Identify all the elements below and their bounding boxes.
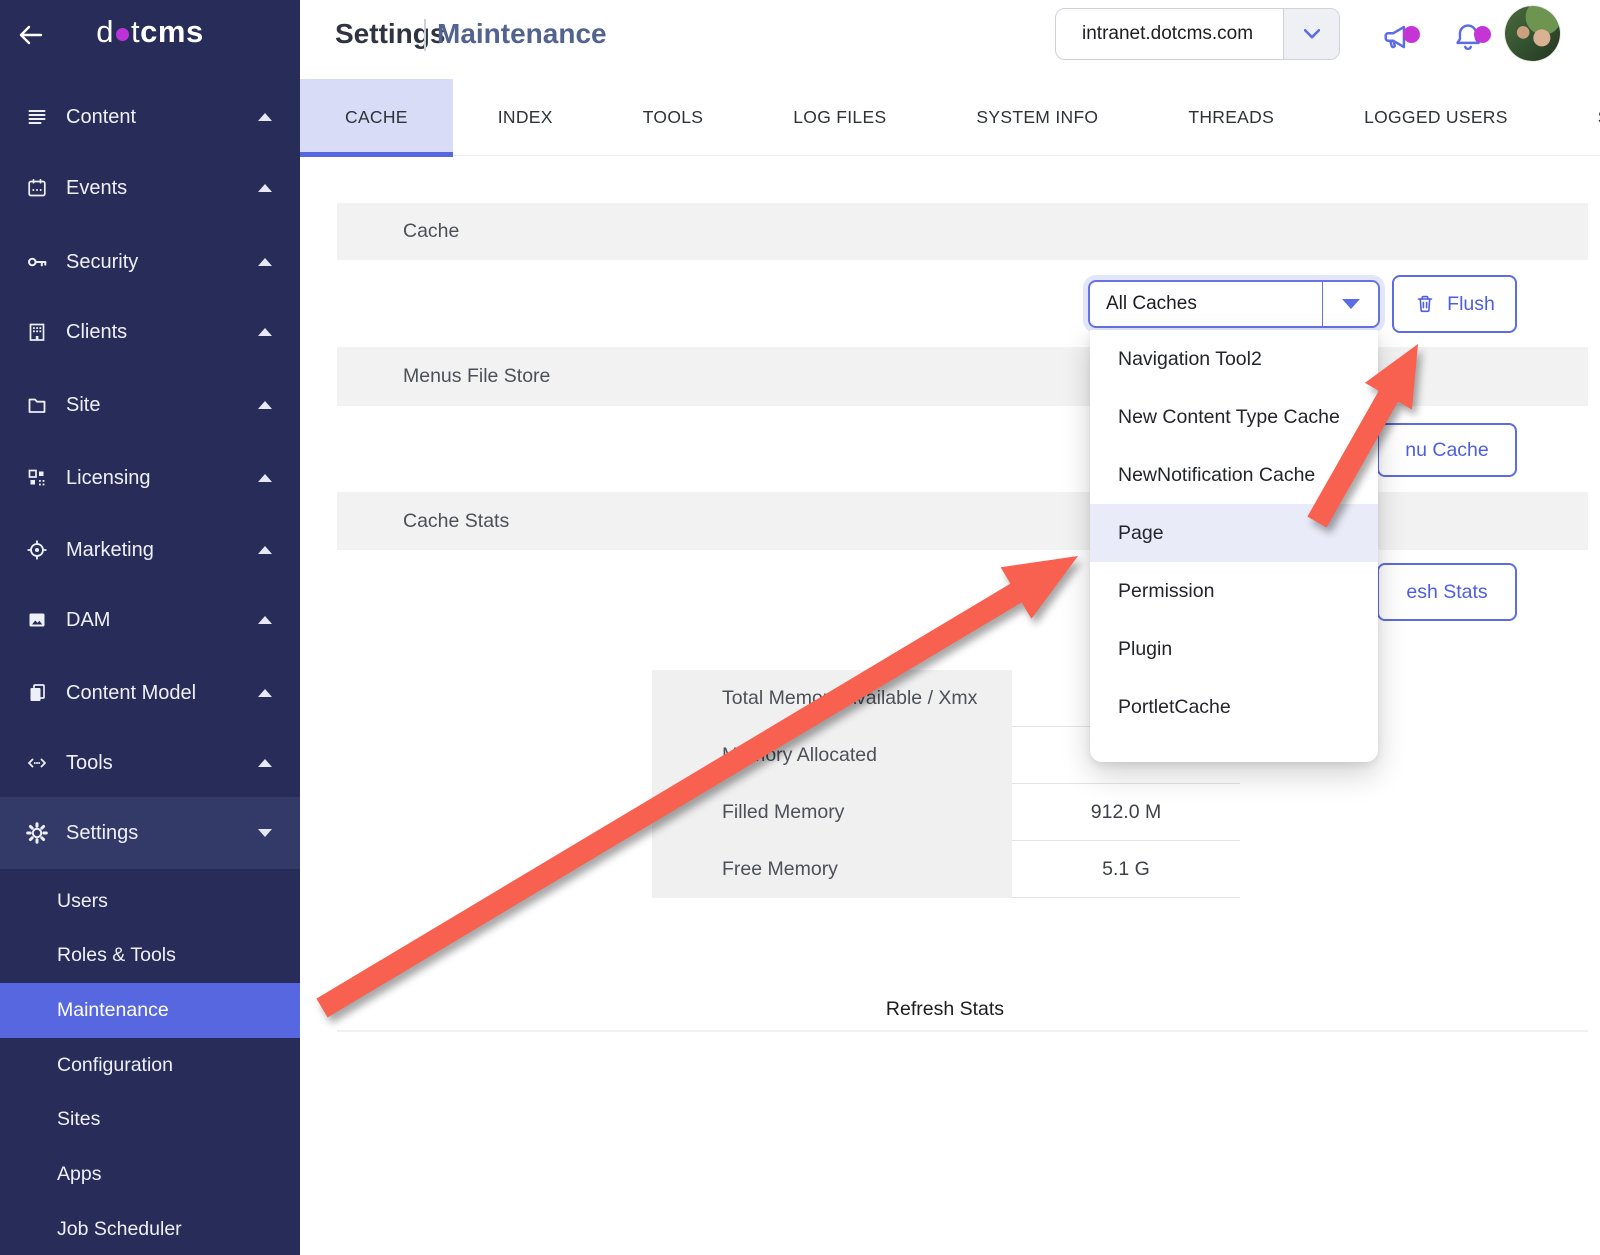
tab-tools[interactable]: TOOLS [598, 79, 749, 156]
logo-dot-icon [116, 28, 129, 41]
chevron-up-icon[interactable] [258, 689, 272, 697]
notifications-button[interactable] [1451, 20, 1485, 54]
notification-dot [1403, 26, 1420, 43]
dropdown-option-page[interactable]: Page [1090, 504, 1378, 562]
sidebar-item-events[interactable]: Events [0, 152, 300, 224]
key-icon [24, 251, 50, 273]
sidebar-item-tools[interactable]: Tools [0, 727, 300, 799]
page-subtitle: Maintenance [437, 18, 607, 50]
dotcms-logo: dtcms [0, 14, 300, 50]
flush-menu-cache-button[interactable]: nu Cache [1377, 423, 1517, 477]
sidebar-item-marketing[interactable]: Marketing [0, 514, 300, 586]
sidebar: dtcms Content Events Security Clients Si… [0, 0, 300, 1255]
logo-text: t [131, 14, 140, 49]
maintenance-tabbar: CACHE INDEX TOOLS LOG FILES SYSTEM INFO … [300, 79, 1600, 156]
tab-system-jobs[interactable]: SYSTEM JOBS [1553, 79, 1600, 156]
sidebar-item-job-scheduler[interactable]: Job Scheduler [0, 1202, 300, 1255]
building-icon [24, 321, 50, 343]
dropdown-option-plugin[interactable]: Plugin [1090, 620, 1378, 678]
title-divider [424, 19, 426, 51]
sidebar-item-users[interactable]: Users [0, 874, 300, 929]
calendar-icon [24, 177, 50, 199]
divider [337, 1030, 1588, 1032]
tab-cache[interactable]: CACHE [300, 79, 453, 156]
refresh-stats-link[interactable]: Refresh Stats [337, 998, 1553, 1021]
gear-icon [24, 822, 50, 844]
chevron-up-icon[interactable] [258, 616, 272, 624]
sidebar-item-content[interactable]: Content [0, 81, 300, 153]
top-header: Settings Maintenance intranet.dotcms.com [300, 0, 1600, 79]
dropdown-option-permission[interactable]: Permission [1090, 562, 1378, 620]
pages-icon [24, 682, 50, 704]
dotcms-app: dtcms Content Events Security Clients Si… [0, 0, 1600, 1255]
section-header-menus-file-store: Menus File Store [337, 347, 1588, 406]
chevron-down-icon[interactable] [258, 829, 272, 837]
chevron-down-icon [1304, 29, 1320, 39]
qr-code-icon [24, 467, 50, 489]
dropdown-option-navigation-tool2[interactable]: Navigation Tool2 [1090, 330, 1378, 388]
sidebar-item-roles-tools[interactable]: Roles & Tools [0, 928, 300, 983]
refresh-stats-button[interactable]: esh Stats [1377, 563, 1517, 621]
sidebar-item-licensing[interactable]: Licensing [0, 442, 300, 514]
notification-dot [1474, 26, 1491, 43]
chevron-up-icon[interactable] [258, 401, 272, 409]
tab-log-files[interactable]: LOG FILES [748, 79, 931, 156]
cache-select[interactable]: All Caches [1088, 280, 1380, 328]
folder-icon [24, 394, 50, 416]
chevron-up-icon[interactable] [258, 258, 272, 266]
chevron-down-icon [1342, 299, 1360, 309]
dropdown-option-portletcache[interactable]: PortletCache [1090, 678, 1378, 736]
chevron-up-icon[interactable] [258, 184, 272, 192]
flush-button-label: Flush [1447, 293, 1495, 316]
cache-select-value: All Caches [1090, 293, 1197, 315]
announcements-button[interactable] [1380, 20, 1414, 54]
sidebar-item-sites[interactable]: Sites [0, 1092, 300, 1147]
chevron-up-icon[interactable] [258, 474, 272, 482]
sidebar-item-clients[interactable]: Clients [0, 296, 300, 368]
logo-text: cms [140, 14, 204, 49]
tab-logged-users[interactable]: LOGGED USERS [1319, 79, 1553, 156]
sidebar-item-site[interactable]: Site [0, 369, 300, 441]
flush-button[interactable]: Flush [1392, 275, 1517, 333]
sidebar-item-security[interactable]: Security [0, 226, 300, 298]
sidebar-item-content-model[interactable]: Content Model [0, 657, 300, 729]
stats-button-label: esh Stats [1406, 581, 1487, 604]
tab-index[interactable]: INDEX [453, 79, 598, 156]
sidebar-header: dtcms [0, 0, 300, 70]
tab-threads[interactable]: THREADS [1143, 79, 1319, 156]
sidebar-item-dam[interactable]: DAM [0, 584, 300, 656]
site-selector-toggle[interactable] [1283, 9, 1339, 59]
image-icon [24, 609, 50, 631]
site-selector-value: intranet.dotcms.com [1056, 23, 1253, 45]
tab-system-info[interactable]: SYSTEM INFO [931, 79, 1143, 156]
menu-cache-button-label: nu Cache [1405, 439, 1488, 462]
section-header-cache-stats: Cache Stats [337, 492, 1588, 550]
sidebar-item-configuration[interactable]: Configuration [0, 1038, 300, 1093]
sidebar-item-settings[interactable]: Settings [0, 797, 300, 869]
sidebar-item-maintenance[interactable]: Maintenance [0, 983, 300, 1038]
chevron-up-icon[interactable] [258, 113, 272, 121]
trash-icon [1414, 293, 1436, 315]
dropdown-option-new-content-type-cache[interactable]: New Content Type Cache [1090, 388, 1378, 446]
chevron-up-icon[interactable] [258, 759, 272, 767]
logo-text: d [96, 14, 114, 49]
table-row: Filled Memory 912.0 M [652, 784, 1240, 841]
dropdown-option-newnotification-cache[interactable]: NewNotification Cache [1090, 446, 1378, 504]
sidebar-item-apps[interactable]: Apps [0, 1147, 300, 1202]
section-header-cache: Cache [337, 203, 1588, 260]
target-icon [24, 539, 50, 561]
cache-select-toggle[interactable] [1322, 282, 1378, 326]
site-selector[interactable]: intranet.dotcms.com [1055, 8, 1340, 60]
chevron-up-icon[interactable] [258, 328, 272, 336]
menu-lines-icon [24, 106, 50, 128]
chevron-up-icon[interactable] [258, 546, 272, 554]
table-row: Free Memory 5.1 G [652, 841, 1240, 898]
cache-dropdown-panel: Navigation Tool2 New Content Type Cache … [1090, 330, 1378, 762]
user-avatar[interactable] [1505, 6, 1560, 61]
code-icon [24, 752, 50, 774]
page-title: Settings [335, 18, 445, 50]
